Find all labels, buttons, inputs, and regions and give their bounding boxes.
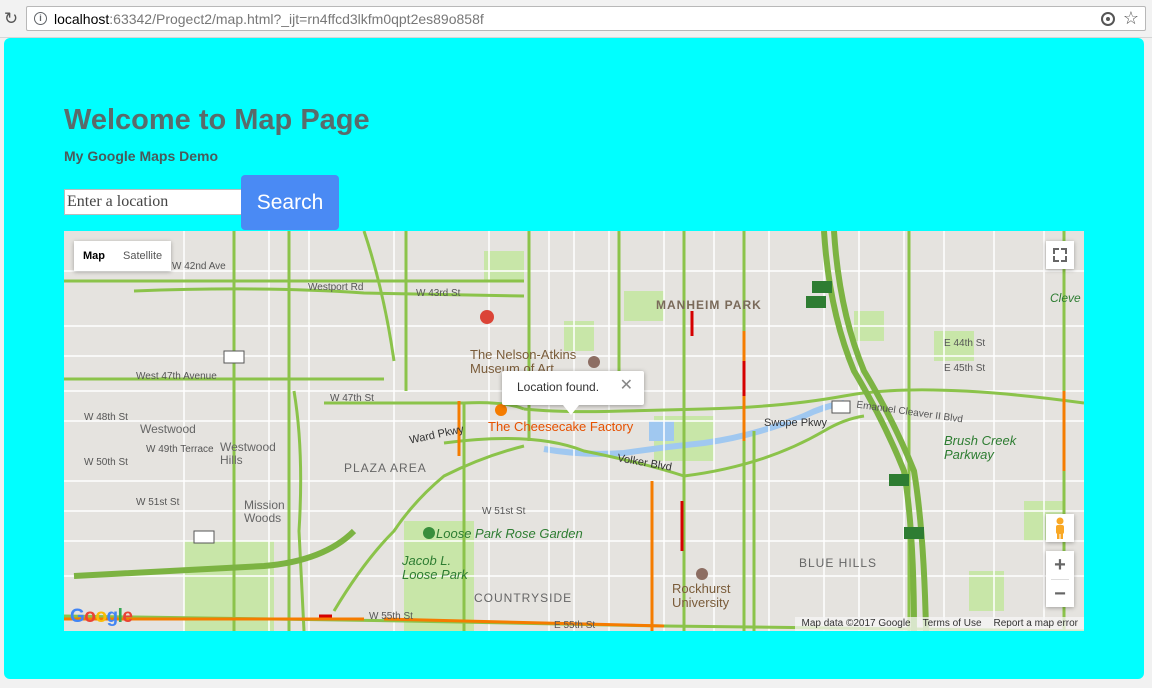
label-rockhurst-university: Rockhurst University [672,581,731,610]
street-label: W 42nd Ave [172,261,226,272]
map-type-satellite-button[interactable]: Satellite [114,241,171,271]
museum-marker [588,356,600,368]
reload-icon[interactable]: ↻ [2,10,20,28]
url-text: localhost:63342/Progect2/map.html?_ijt=r… [54,11,484,27]
label-loose-park-rose-garden: Loose Park Rose Garden [436,526,583,541]
map-type-control: Map Satellite [74,241,172,271]
zoom-control: + − [1046,551,1074,607]
page-subtitle: My Google Maps Demo [64,148,219,164]
google-map[interactable]: MANHEIM PARK The Nelson-Atkins Museum of… [64,231,1084,631]
street-label: West 47th Avenue [136,371,217,382]
park-marker [423,527,435,539]
fullscreen-icon [1053,248,1059,254]
fullscreen-icon [1061,256,1067,262]
street-label: W 51st St [136,497,180,508]
search-button[interactable]: Search [241,175,339,230]
street-label: Westport Rd [308,282,364,293]
close-icon[interactable]: ✕ [620,377,633,395]
map-data-credit: Map data ©2017 Google [801,618,911,629]
hospital-marker [480,310,494,324]
label-countryside: COUNTRYSIDE [474,591,573,605]
street-label: E 44th St [944,338,986,349]
restaurant-marker [495,404,507,416]
label-jacob-loose-park: Jacob L. Loose Park [402,553,468,582]
fullscreen-button[interactable] [1046,241,1074,269]
page-container: Welcome to Map Page My Google Maps Demo … [4,38,1144,679]
street-view-pegman-icon[interactable] [1046,514,1074,542]
bookmark-star-icon[interactable]: ☆ [1123,8,1139,29]
google-logo: Google [70,606,133,627]
street-label: E 45th St [944,363,986,374]
terms-of-use-link[interactable]: Terms of Use [917,617,988,631]
label-manheim-park: MANHEIM PARK [656,298,762,312]
url-host: localhost [54,11,110,27]
info-icon[interactable]: i [34,12,47,25]
label-plaza-area: PLAZA AREA [344,461,427,475]
label-cheesecake-factory: The Cheesecake Factory [488,419,634,434]
location-icon[interactable] [1101,12,1115,26]
label-westwood: Westwood [140,422,196,436]
map-type-map-button[interactable]: Map [74,241,114,271]
page-title: Welcome to Map Page [64,104,370,136]
street-label: E 55th St [554,620,596,631]
label-westwood-hills: Westwood Hills [220,440,276,467]
info-window-text: Location found. [517,380,600,394]
street-label: W 50th St [84,457,128,468]
label-cleve: Cleve [1050,291,1081,305]
fullscreen-icon [1061,248,1067,254]
location-search-input[interactable] [64,189,242,215]
street-label: W 47th St [330,393,374,404]
label-blue-hills: BLUE HILLS [799,556,878,570]
label-mission-woods: Mission Woods [244,498,285,525]
zoom-out-button[interactable]: − [1046,580,1074,608]
street-label: W 51st St [482,506,526,517]
street-label: W 43rd St [416,288,461,299]
label-brush-creek-parkway: Brush Creek Parkway [944,433,1017,462]
zoom-in-button[interactable]: + [1046,551,1074,579]
street-label: W 49th Terrace [146,444,214,455]
fullscreen-icon [1053,256,1059,262]
url-path: :63342/Progect2/map.html?_ijt=rn4ffcd3lk… [109,11,484,27]
info-window: Location found. ✕ [502,371,644,415]
university-marker [696,568,708,580]
street-label: W 55th St [369,611,413,622]
address-bar[interactable]: i localhost:63342/Progect2/map.html?_ijt… [26,6,1146,31]
label-swope-pkwy: Swope Pkwy [764,417,827,429]
browser-toolbar: ↻ i localhost:63342/Progect2/map.html?_i… [0,0,1152,38]
report-map-error-link[interactable]: Report a map error [988,617,1084,631]
street-label: W 48th St [84,412,128,423]
map-attribution: Map data ©2017 Google Terms of Use Repor… [795,617,1084,631]
